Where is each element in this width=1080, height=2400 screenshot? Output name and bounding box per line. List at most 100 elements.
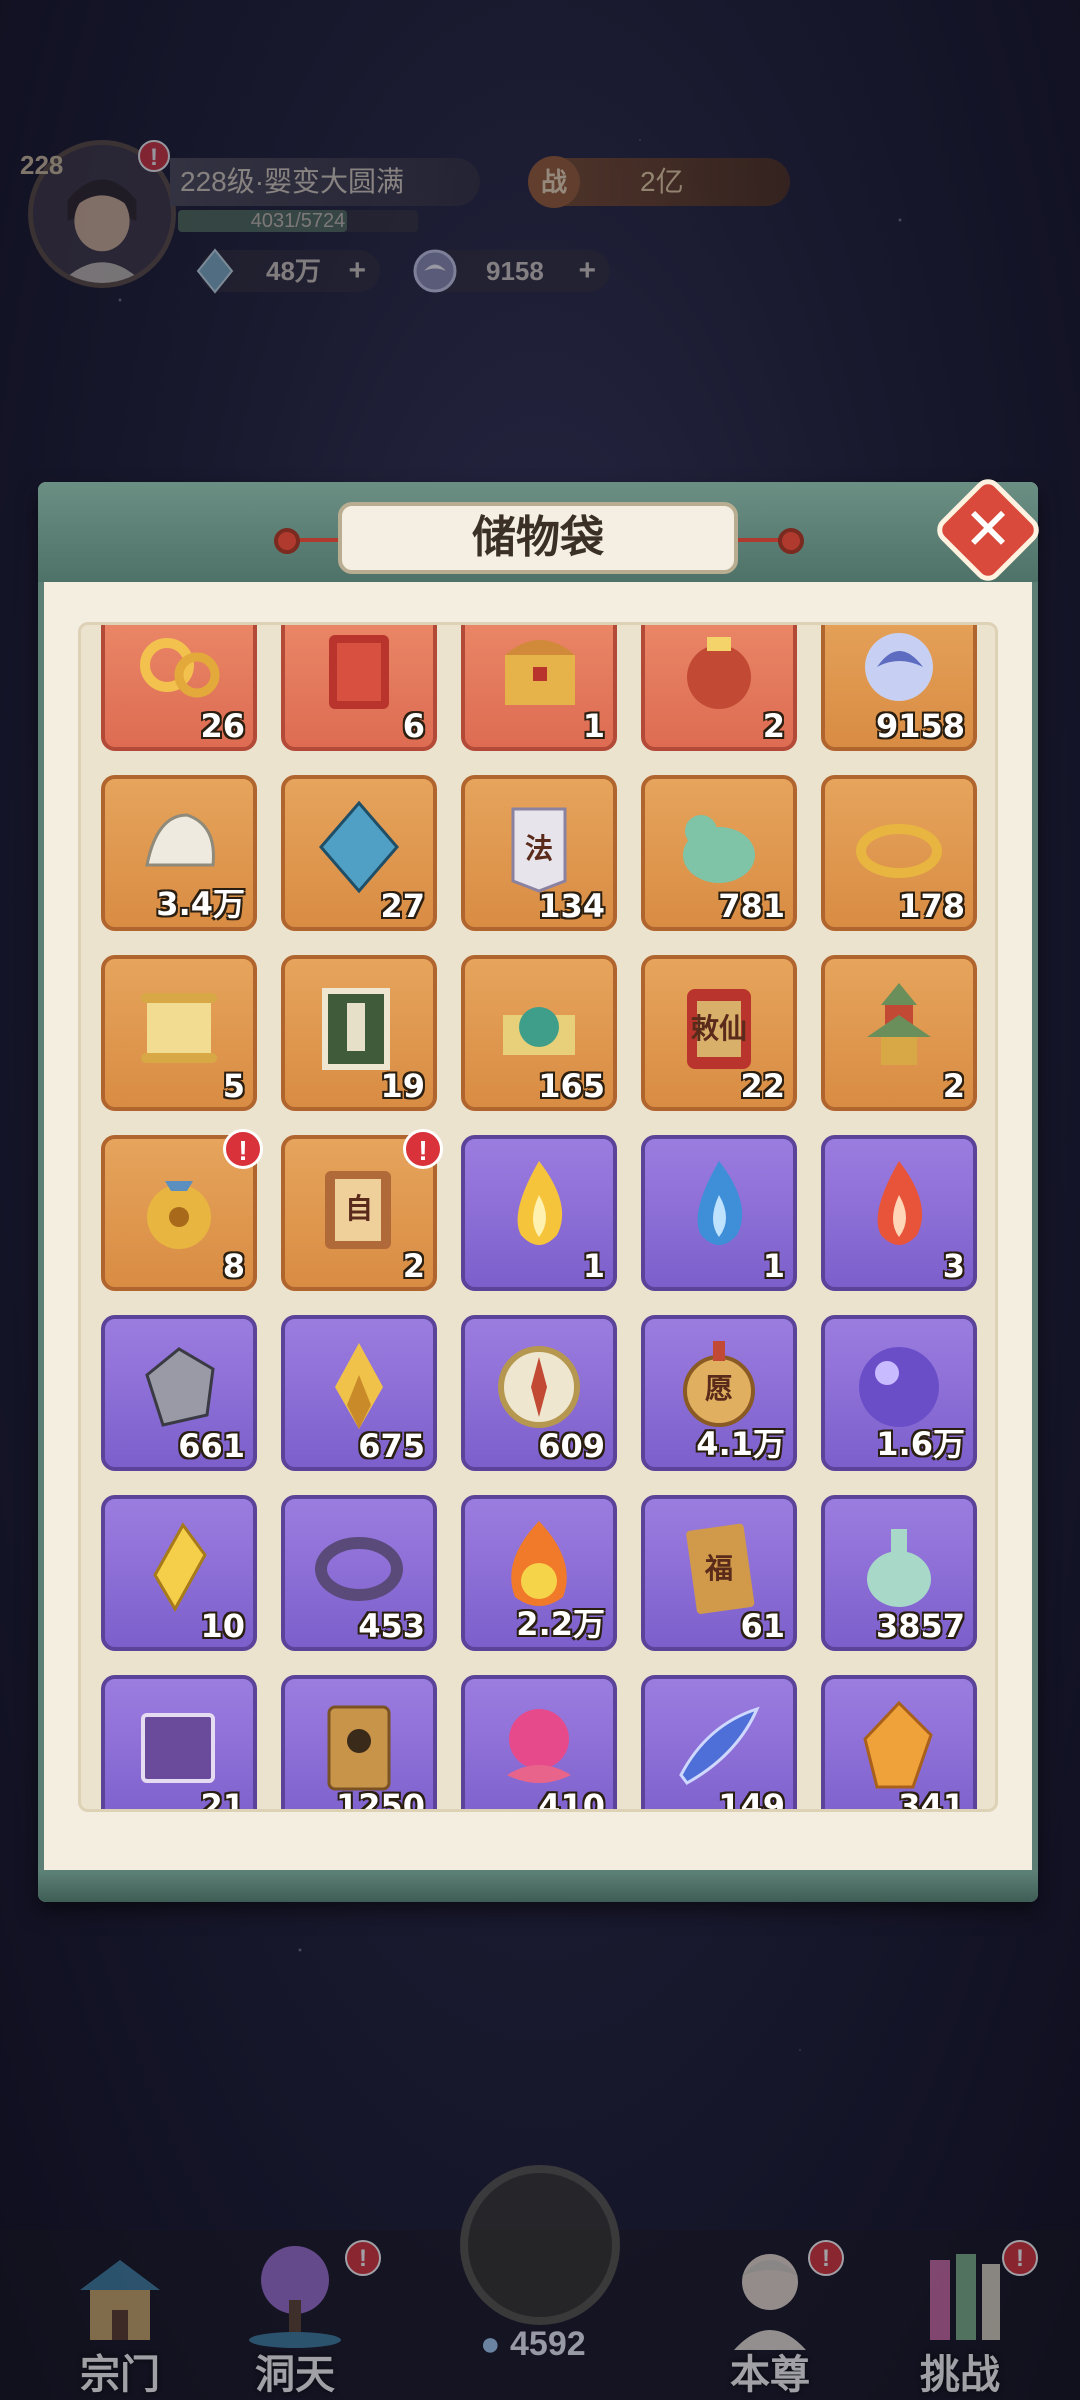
nav-challenge[interactable]: 挑战 ! — [880, 2230, 1040, 2400]
inventory-slot[interactable]: 自 2! — [281, 1129, 443, 1291]
orb-scroll-icon — [487, 975, 591, 1079]
item-count: 61 — [740, 1607, 785, 1645]
item-count: 2 — [762, 707, 785, 745]
inventory-slot[interactable]: 26 — [101, 625, 257, 751]
item-count: 2 — [942, 1067, 965, 1105]
inventory-slot[interactable]: 2 — [641, 625, 797, 751]
item-count: 2 — [402, 1247, 425, 1285]
inventory-slot[interactable]: 21 — [101, 1675, 257, 1812]
nav-self-label: 本尊 — [730, 2351, 810, 2398]
treasure-chest-icon — [487, 625, 591, 719]
storage-bag-panel: 储物袋 ✕ 26 6 1 2 9158 3.4万 27 法 134 781 178 5 19 165 敕仙 2… — [38, 473, 1045, 1902]
knob-left — [274, 528, 300, 554]
nav-center-gourd[interactable]: ● 4592 — [450, 2165, 630, 2365]
inventory-slot[interactable]: 453 — [281, 1495, 437, 1651]
item-count: 453 — [358, 1607, 425, 1645]
amber-crystal-icon — [847, 1695, 951, 1799]
item-grid: 26 6 1 2 9158 3.4万 27 法 134 781 178 5 19 165 敕仙 22 2 8! 自 2… — [101, 625, 981, 1812]
combat-power-value: 2亿 — [640, 166, 684, 197]
item-count: 1250 — [335, 1787, 425, 1812]
avatar-alert-badge: ! — [138, 140, 170, 172]
inventory-slot[interactable]: 2.2万 — [461, 1495, 617, 1651]
card-icon — [307, 1695, 411, 1799]
combat-power[interactable]: 战 2亿 — [528, 156, 790, 208]
add-currency-button[interactable]: + — [578, 250, 596, 292]
center-count: ● 4592 — [480, 2325, 586, 2364]
item-grid-scroll[interactable]: 26 6 1 2 9158 3.4万 27 法 134 781 178 5 19 165 敕仙 22 2 8! 自 2… — [78, 622, 998, 1812]
gem-value: 48万 — [266, 256, 321, 286]
golden-ring-icon — [847, 795, 951, 899]
currency-value: 9158 — [486, 256, 544, 286]
add-gems-button[interactable]: + — [348, 250, 366, 292]
inventory-slot[interactable]: 5 — [101, 955, 257, 1111]
blue-feather-icon — [667, 1695, 771, 1799]
item-count: 165 — [538, 1067, 605, 1105]
nav-sect[interactable]: 宗门 — [40, 2230, 200, 2400]
inventory-slot[interactable]: 福 61 — [641, 1495, 797, 1651]
item-count: 1 — [582, 707, 605, 745]
new-item-alert-badge: ! — [223, 1129, 263, 1169]
item-count: 9158 — [875, 707, 965, 745]
inventory-slot[interactable]: 781 — [641, 775, 797, 931]
new-item-alert-badge: ! — [403, 1129, 443, 1169]
inventory-slot[interactable]: 3 — [821, 1135, 977, 1291]
inventory-slot[interactable]: 410 — [461, 1675, 617, 1809]
knob-right — [778, 528, 804, 554]
nav-self[interactable]: 本尊 ! — [690, 2230, 850, 2400]
item-count: 675 — [358, 1427, 425, 1465]
inventory-slot[interactable]: 19 — [281, 955, 437, 1111]
nav-challenge-label: 挑战 — [920, 2351, 1000, 2398]
rose-orb-icon — [487, 1695, 591, 1799]
inventory-slot[interactable]: 1 — [461, 1135, 617, 1291]
item-count: 3857 — [875, 1607, 965, 1645]
nav-challenge-alert: ! — [1002, 2240, 1038, 2276]
jade-vase-icon — [847, 1515, 951, 1619]
inventory-slot[interactable]: 165 — [461, 955, 617, 1111]
inventory-slot[interactable]: 10 — [101, 1495, 257, 1651]
fortune-talisman-icon — [667, 1515, 771, 1619]
inventory-slot[interactable]: 6 — [281, 625, 437, 751]
blue-crystal-icon — [307, 795, 411, 899]
scroll-icon — [127, 975, 231, 1079]
inventory-slot[interactable]: 27 — [281, 775, 437, 931]
item-count: 178 — [898, 887, 965, 925]
inventory-slot[interactable]: 愿 4.1万 — [641, 1315, 797, 1471]
gem-resource[interactable]: 48万 + — [196, 248, 380, 294]
inventory-slot[interactable]: 341 — [821, 1675, 977, 1812]
inventory-slot[interactable]: 3.4万 — [101, 775, 257, 931]
item-count: 781 — [718, 887, 785, 925]
temple-icon — [80, 2260, 160, 2340]
inventory-slot[interactable]: 3857 — [821, 1495, 977, 1651]
item-count: 609 — [538, 1427, 605, 1465]
inventory-slot[interactable]: 178 — [821, 775, 977, 931]
inventory-slot[interactable]: 8! — [101, 1129, 263, 1291]
inventory-slot[interactable]: 675 — [281, 1315, 437, 1471]
item-count: 21 — [200, 1787, 245, 1812]
nav-sect-label: 宗门 — [80, 2351, 160, 2398]
inventory-slot[interactable]: 1.6万 — [821, 1315, 977, 1471]
panel-title: 储物袋 — [338, 502, 738, 574]
nav-cave-alert: ! — [345, 2240, 381, 2276]
inventory-slot[interactable]: 1 — [461, 625, 617, 751]
spirit-swirl-icon — [847, 625, 951, 719]
item-count: 341 — [898, 1787, 965, 1812]
inventory-slot[interactable]: 1250 — [281, 1675, 437, 1812]
item-count: 661 — [178, 1427, 245, 1465]
chapter-book-icon — [307, 1155, 411, 1259]
inventory-slot[interactable]: 609 — [461, 1315, 617, 1471]
inventory-slot[interactable]: 敕仙 22 — [641, 955, 797, 1111]
panel-footer — [38, 1870, 1038, 1902]
inventory-slot[interactable]: 1 — [641, 1135, 797, 1291]
inventory-slot[interactable]: 2 — [821, 955, 977, 1111]
battle-icon: 战 — [528, 156, 580, 208]
inventory-slot[interactable]: 法 134 — [461, 775, 617, 931]
inventory-slot[interactable]: 661 — [101, 1315, 257, 1471]
close-icon[interactable]: ✕ — [948, 490, 1028, 570]
nav-cave[interactable]: 洞天 ! — [215, 2230, 381, 2400]
inventory-slot[interactable]: 149 — [641, 1675, 797, 1809]
red-flame-icon — [847, 1155, 951, 1259]
exp-bar: 4031/5724 — [178, 210, 418, 232]
inventory-slot[interactable]: 9158 — [821, 625, 977, 751]
pagoda-icon — [847, 975, 951, 1079]
currency-resource[interactable]: 9158 + — [413, 249, 610, 293]
